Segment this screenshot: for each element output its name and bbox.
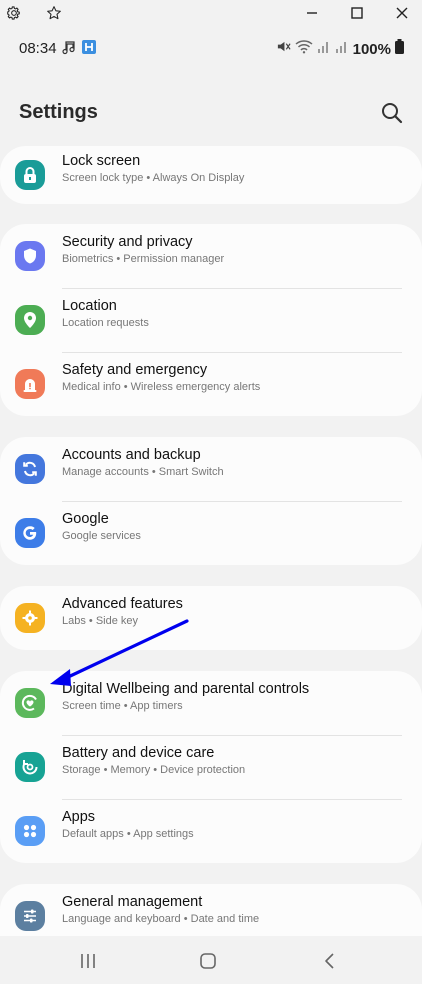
settings-item-general-management[interactable]: General management Language and keyboard… [0, 884, 422, 936]
item-subtitle: Language and keyboard • Date and time [62, 913, 260, 925]
item-subtitle: Location requests [62, 317, 149, 329]
search-button[interactable] [380, 101, 404, 125]
mute-icon [276, 39, 291, 59]
app-notification-icon [81, 39, 97, 60]
settings-item-advanced-features[interactable]: Advanced features Labs • Side key [0, 586, 422, 650]
item-subtitle: Storage • Memory • Device protection [62, 764, 246, 776]
item-subtitle: Screen lock type • Always On Display [62, 172, 245, 184]
settings-item-battery-and-device-care[interactable]: Battery and device care Storage • Memory… [0, 735, 422, 799]
apps-grid-icon [15, 816, 45, 846]
settings-card: Accounts and backup Manage accounts • Sm… [0, 437, 422, 565]
home-icon [200, 953, 216, 969]
settings-item-lock-screen[interactable]: Lock screen Screen lock type • Always On… [0, 143, 422, 207]
shield-icon [15, 241, 45, 271]
settings-item-security-and-privacy[interactable]: Security and privacy Biometrics • Permis… [0, 224, 422, 288]
item-subtitle: Manage accounts • Smart Switch [62, 466, 224, 478]
item-title: Security and privacy [62, 234, 193, 250]
settings-item-apps[interactable]: Apps Default apps • App settings [0, 799, 422, 863]
item-subtitle: Labs • Side key [62, 615, 139, 627]
back-button[interactable] [317, 948, 343, 974]
maximize-icon[interactable] [348, 4, 366, 22]
item-title: General management [62, 894, 203, 910]
item-title: Digital Wellbeing and parental controls [62, 681, 310, 697]
item-title: Accounts and backup [62, 447, 201, 463]
wifi-icon [295, 39, 313, 59]
item-subtitle: Google services [62, 530, 141, 542]
battery-percentage: 100% [352, 40, 391, 58]
item-title: Advanced features [62, 596, 183, 612]
sync-icon [15, 454, 45, 484]
status-time: 08:34 [19, 40, 57, 57]
item-subtitle: Default apps • App settings [62, 828, 194, 840]
settings-item-location[interactable]: Location Location requests [0, 288, 422, 352]
minimize-icon[interactable] [303, 4, 321, 22]
settings-item-google[interactable]: Google Google services [0, 501, 422, 565]
music-note-icon [62, 39, 78, 60]
item-subtitle: Medical info • Wireless emergency alerts [62, 381, 261, 393]
wellbeing-heart-icon [15, 688, 45, 718]
settings-item-accounts-and-backup[interactable]: Accounts and backup Manage accounts • Sm… [0, 437, 422, 501]
puzzle-gear-icon [15, 603, 45, 633]
settings-card: Advanced features Labs • Side key [0, 586, 422, 650]
recent-apps-button[interactable] [75, 948, 101, 974]
item-title: Apps [62, 809, 96, 825]
device-care-icon [15, 752, 45, 782]
back-icon [325, 953, 334, 969]
location-pin-icon [15, 305, 45, 335]
item-title: Safety and emergency [62, 362, 208, 378]
window-bar [0, 0, 422, 26]
page-title: Settings [19, 101, 98, 123]
signal-icon [335, 39, 349, 59]
star-icon[interactable] [45, 4, 63, 22]
settings-item-safety-and-emergency[interactable]: Safety and emergency Medical info • Wire… [0, 352, 422, 416]
item-title: Lock screen [62, 153, 141, 169]
lock-icon [15, 160, 45, 190]
settings-card: Lock screen Screen lock type • Always On… [0, 146, 422, 204]
settings-card: Security and privacy Biometrics • Permis… [0, 224, 422, 416]
status-bar: 08:34 100% [0, 26, 422, 70]
item-subtitle: Biometrics • Permission manager [62, 253, 225, 265]
google-icon [15, 518, 45, 548]
settings-card: General management Language and keyboard… [0, 884, 422, 936]
item-subtitle: Screen time • App timers [62, 700, 183, 712]
item-title: Google [62, 511, 109, 527]
emergency-icon [15, 369, 45, 399]
gear-icon[interactable] [5, 4, 23, 22]
item-title: Battery and device care [62, 745, 215, 761]
signal-icon [317, 39, 331, 59]
item-title: Location [62, 298, 117, 314]
sliders-icon [15, 901, 45, 931]
search-icon [382, 103, 403, 124]
settings-item-digital-wellbeing[interactable]: Digital Wellbeing and parental controls … [0, 671, 422, 735]
battery-icon [395, 39, 404, 59]
recent-apps-icon [81, 954, 95, 968]
home-button[interactable] [195, 948, 221, 974]
navigation-bar [0, 936, 422, 984]
settings-card: Digital Wellbeing and parental controls … [0, 671, 422, 863]
close-icon[interactable] [393, 4, 411, 22]
